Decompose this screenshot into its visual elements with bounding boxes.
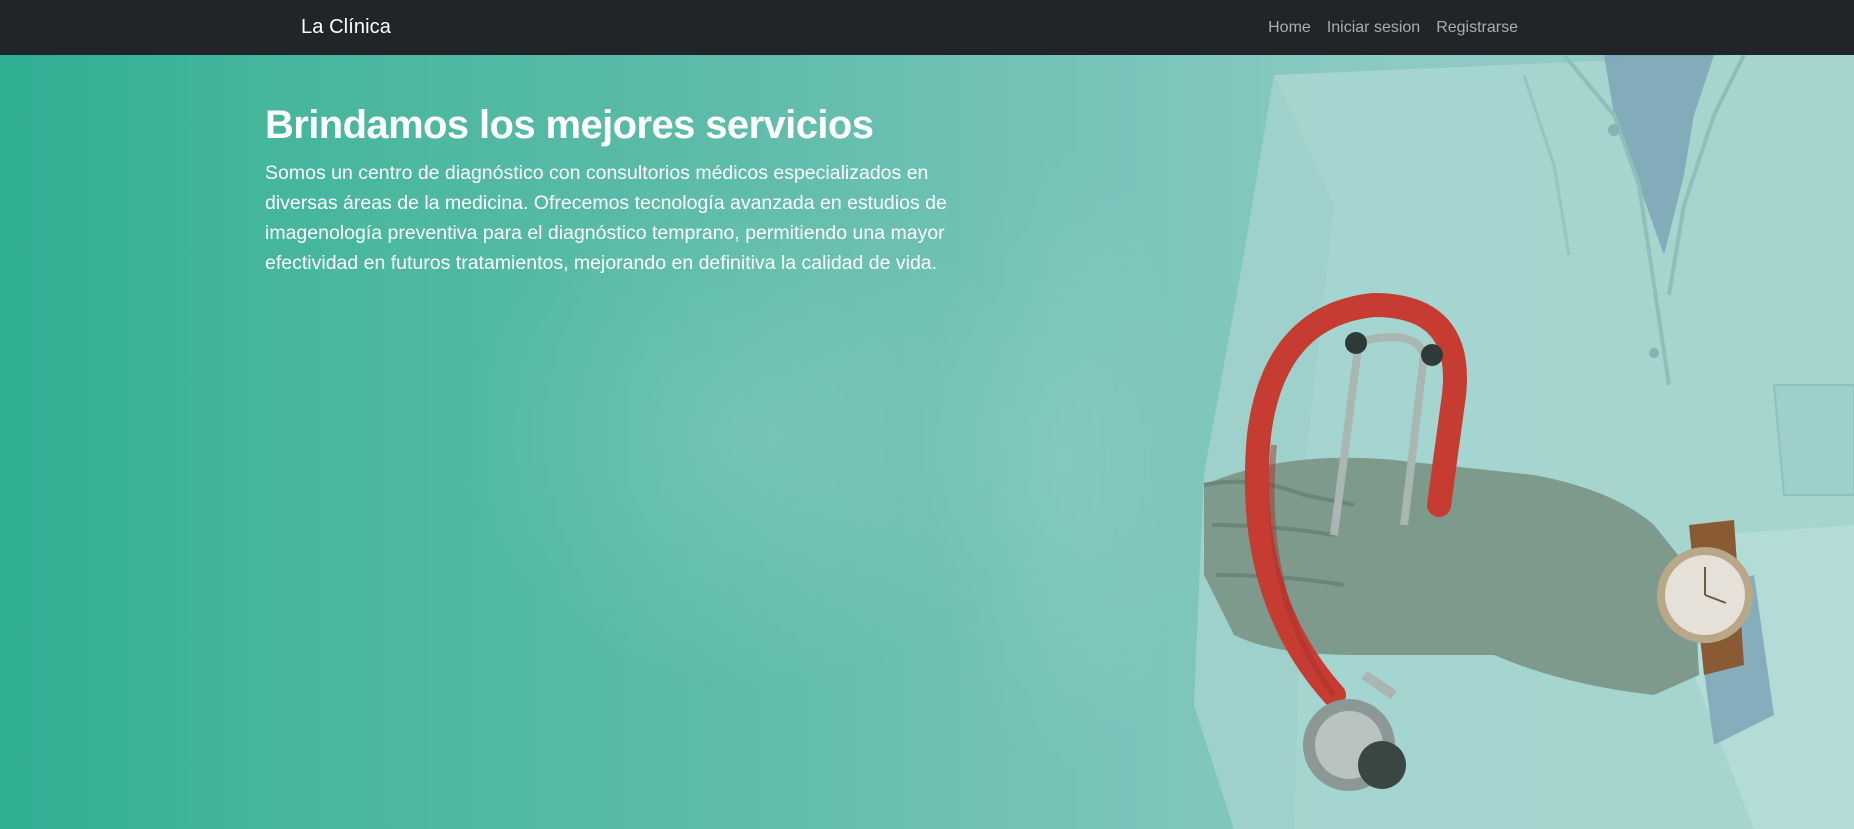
hero-content: Brindamos los mejores servicios Somos un…: [265, 103, 985, 278]
hero-section: Brindamos los mejores servicios Somos un…: [0, 55, 1854, 829]
brand-logo[interactable]: La Clínica: [301, 16, 391, 39]
nav-link-register[interactable]: Registrarse: [1436, 19, 1518, 37]
nav-link-home[interactable]: Home: [1268, 19, 1311, 37]
top-navbar: La Clínica Home Iniciar sesion Registrar…: [0, 0, 1854, 55]
doctor-image: [1194, 55, 1854, 829]
nav-links: Home Iniciar sesion Registrarse: [1268, 19, 1518, 37]
nav-link-login[interactable]: Iniciar sesion: [1327, 19, 1420, 37]
hero-description: Somos un centro de diagnóstico con consu…: [265, 162, 947, 274]
hero-title: Brindamos los mejores servicios: [265, 103, 874, 147]
